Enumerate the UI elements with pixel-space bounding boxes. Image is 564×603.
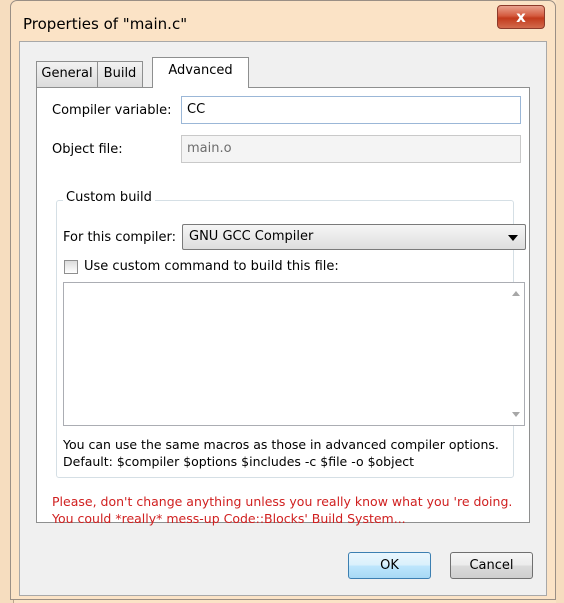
scroll-up-arrow-icon[interactable]	[512, 291, 520, 296]
custom-build-title: Custom build	[63, 190, 155, 205]
tab-advanced-label: Advanced	[168, 63, 233, 78]
for-this-compiler-label: For this compiler:	[63, 230, 177, 245]
compiler-variable-label: Compiler variable:	[52, 103, 172, 118]
use-custom-command-label: Use custom command to build this file:	[84, 259, 339, 274]
object-file-label: Object file:	[52, 142, 123, 157]
scroll-down-arrow-icon[interactable]	[512, 412, 520, 417]
dialog-client-area: General Build Advanced Compiler variable…	[19, 41, 547, 596]
close-button[interactable]: x	[497, 5, 545, 29]
warning-line2: You could *really* mess-up Code::Blocks'…	[52, 511, 406, 526]
vertical-scrollbar[interactable]	[507, 283, 524, 425]
macro-hint-line1: You can use the same macros as those in …	[63, 437, 499, 452]
compiler-select-value: GNU GCC Compiler	[189, 229, 314, 244]
properties-dialog: Properties of "main.c" x General Build A…	[10, 0, 556, 600]
advanced-tab-panel: Compiler variable: CC Object file: main.…	[36, 87, 530, 526]
cancel-button[interactable]: Cancel	[450, 552, 533, 579]
window-title: Properties of "main.c"	[23, 15, 188, 33]
tab-build[interactable]: Build	[97, 61, 143, 87]
compiler-variable-field[interactable]: CC	[181, 96, 521, 124]
ok-button[interactable]: OK	[348, 552, 431, 579]
macro-hint-line2: Default: $compiler $options $includes -c…	[63, 454, 415, 469]
tab-general[interactable]: General	[36, 61, 98, 87]
warning-line1: Please, don't change anything unless you…	[52, 494, 513, 509]
tab-build-label: Build	[103, 66, 137, 81]
tab-general-label: General	[41, 66, 93, 81]
background-strip-right	[556, 0, 564, 603]
chevron-down-icon	[508, 235, 518, 241]
custom-command-textarea[interactable]	[63, 282, 525, 426]
use-custom-command-checkbox[interactable]	[64, 260, 78, 274]
compiler-select[interactable]: GNU GCC Compiler	[182, 224, 526, 250]
object-file-field: main.o	[181, 135, 521, 163]
tab-advanced[interactable]: Advanced	[152, 57, 249, 88]
close-x-icon: x	[516, 8, 526, 26]
